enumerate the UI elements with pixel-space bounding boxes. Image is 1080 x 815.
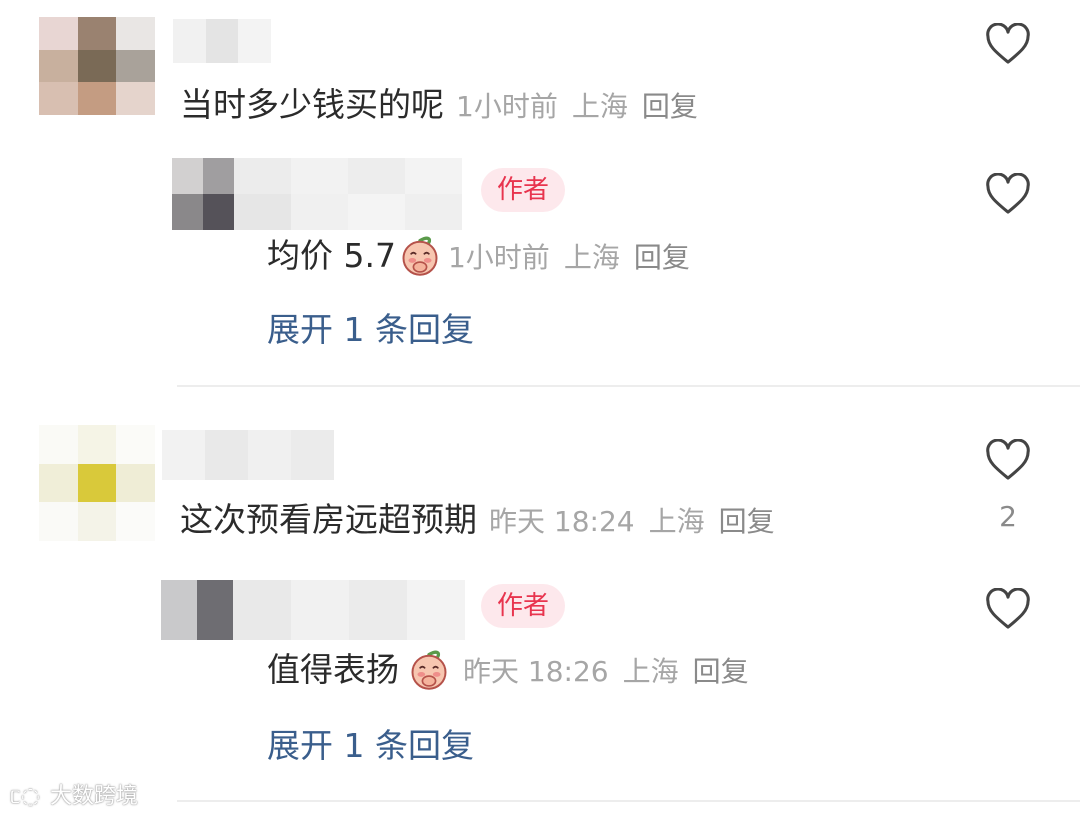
- username-blurred[interactable]: [173, 19, 271, 63]
- reply-username-blurred[interactable]: [234, 158, 462, 230]
- reply-time: 1小时前: [447, 241, 550, 274]
- reply-to-reply-button[interactable]: 回复: [634, 241, 690, 274]
- comment-body[interactable]: 这次预看房远超预期 昨天 18:24 上海 回复: [180, 500, 775, 540]
- comment-meta: 昨天 18:24 上海 回复: [489, 500, 775, 540]
- peach-covering-mouth-emoji: [402, 236, 438, 276]
- author-badge: 作者: [481, 168, 566, 212]
- divider: [177, 385, 1080, 387]
- username-blurred[interactable]: [162, 430, 334, 480]
- like-heart-icon[interactable]: [985, 439, 1031, 481]
- reply-meta: 1小时前 上海 回复: [448, 236, 690, 276]
- reply-button[interactable]: 回复: [719, 505, 775, 538]
- expand-replies-link[interactable]: 展开 1 条回复: [267, 310, 474, 350]
- like-count: 2: [999, 500, 1017, 533]
- reply-location: 上海: [563, 241, 620, 274]
- divider: [177, 800, 1080, 802]
- reply-text: 值得表扬: [267, 650, 399, 689]
- reply-avatar[interactable]: [161, 580, 233, 640]
- reply-like-heart-icon[interactable]: [985, 588, 1031, 630]
- comment-time: 1小时前: [456, 90, 558, 123]
- comment-location: 上海: [648, 505, 705, 538]
- author-badge: 作者: [481, 584, 566, 628]
- expand-replies-link[interactable]: 展开 1 条回复: [267, 726, 474, 766]
- comment-body[interactable]: 当时多少钱买的呢 1小时前 上海 回复: [180, 85, 698, 125]
- comment-text: 当时多少钱买的呢: [180, 85, 444, 124]
- reply-meta: 昨天 18:26 上海 回复: [463, 650, 749, 690]
- peach-covering-mouth-emoji: [411, 650, 447, 690]
- reply-location: 上海: [622, 655, 679, 688]
- reply-button[interactable]: 回复: [642, 90, 698, 123]
- comment-time: 昨天 18:24: [489, 505, 635, 538]
- comment-text: 这次预看房远超预期: [180, 500, 477, 539]
- watermark-text: 大数跨境: [50, 784, 139, 809]
- reply-avatar[interactable]: [172, 158, 234, 230]
- watermark-logo-icon: ᥴ◌: [10, 784, 41, 809]
- reply-body[interactable]: 均价 5.7 1小时前 上海 回复: [267, 234, 690, 278]
- reply-body[interactable]: 值得表扬 昨天 18:26 上海 回复: [267, 648, 749, 692]
- like-heart-icon[interactable]: [985, 23, 1031, 65]
- comment-meta: 1小时前 上海 回复: [456, 85, 698, 125]
- watermark: ᥴ◌ 大数跨境: [10, 778, 138, 810]
- reply-like-heart-icon[interactable]: [985, 173, 1031, 215]
- reply-to-reply-button[interactable]: 回复: [693, 655, 749, 688]
- reply-time: 昨天 18:26: [463, 655, 609, 688]
- reply-text: 均价 5.7: [267, 236, 396, 275]
- comment-location: 上海: [571, 90, 628, 123]
- avatar[interactable]: [39, 425, 155, 541]
- reply-username-blurred[interactable]: [233, 580, 465, 640]
- avatar[interactable]: [39, 17, 155, 115]
